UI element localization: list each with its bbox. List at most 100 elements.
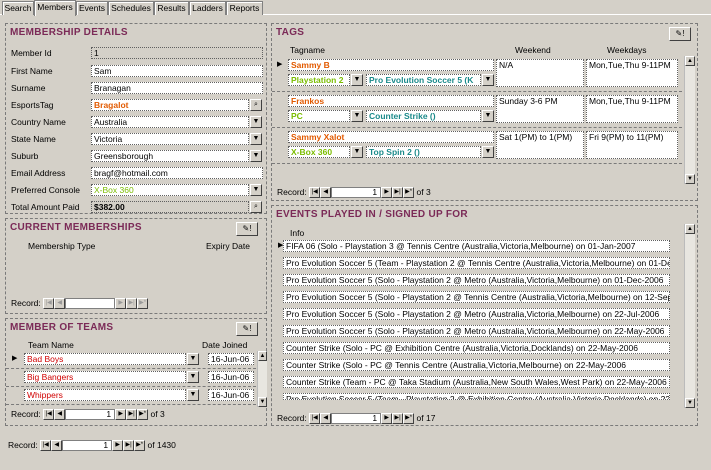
search-icon[interactable]: ⌕	[250, 201, 262, 213]
suburb-field[interactable]: Greensborough	[91, 150, 249, 162]
first-record-icon[interactable]: |◀	[43, 298, 55, 310]
game-cell[interactable]: Counter Strike ()	[366, 110, 481, 122]
prev-record-icon[interactable]: ◀	[51, 440, 63, 452]
date-joined-cell[interactable]: 16-Jun-06	[208, 389, 254, 401]
next-record-icon[interactable]: ▶	[381, 187, 393, 199]
chevron-down-icon[interactable]: ▼	[482, 110, 494, 122]
weekend-cell[interactable]: Sunday 3-6 PM	[496, 95, 584, 123]
last-record-icon[interactable]: ▶|	[126, 298, 138, 310]
event-row[interactable]: Pro Evolution Soccer 5 (Solo - Playstati…	[283, 325, 670, 337]
event-row[interactable]: Counter Strike (Solo - PC @ Exhibition C…	[283, 342, 670, 354]
team-name-cell[interactable]: Whippers	[24, 389, 186, 401]
tab-reports[interactable]: Reports	[226, 1, 263, 15]
scroll-up-icon[interactable]: ▲	[685, 56, 695, 66]
weekdays-cell[interactable]: Mon,Tue,Thu 9-11PM	[586, 59, 678, 87]
first-record-icon[interactable]: |◀	[40, 440, 52, 452]
last-record-icon[interactable]: ▶|	[392, 413, 404, 425]
last-record-icon[interactable]: ▶|	[392, 187, 404, 199]
event-row[interactable]: Counter Strike (Team - PC @ Taka Stadium…	[283, 376, 670, 388]
chevron-down-icon[interactable]: ▼	[482, 146, 494, 158]
edit-icon[interactable]: ✎!	[236, 322, 258, 336]
surname-field[interactable]: Branagan	[91, 82, 263, 94]
weekdays-cell[interactable]: Fri 9(PM) to 11(PM)	[586, 131, 678, 159]
table-row[interactable]: Sammy Xalot X-Box 360 ▼ Top Spin 2 () ▼ …	[272, 128, 682, 164]
console-cell[interactable]: X-Box 360	[288, 146, 350, 158]
date-joined-cell[interactable]: 16-Jun-06	[208, 371, 254, 383]
chevron-down-icon[interactable]: ▼	[482, 74, 494, 86]
tab-events[interactable]: Events	[76, 1, 108, 15]
new-record-icon[interactable]: ▶*	[137, 298, 149, 310]
game-cell[interactable]: Pro Evolution Soccer 5 (K	[366, 74, 481, 86]
event-row[interactable]: Pro Evolution Soccer 5 (Solo - Playstati…	[283, 291, 670, 303]
event-row[interactable]: Counter Strike (Solo - PC @ Tennis Centr…	[283, 359, 670, 371]
record-number-input[interactable]: 1	[65, 409, 116, 421]
first-record-icon[interactable]: |◀	[309, 413, 321, 425]
chevron-down-icon[interactable]: ▼	[351, 146, 363, 158]
chevron-down-icon[interactable]: ▼	[351, 74, 363, 86]
team-name-cell[interactable]: Big Bangers	[24, 371, 186, 383]
next-record-icon[interactable]: ▶	[115, 298, 127, 310]
last-record-icon[interactable]: ▶|	[123, 440, 135, 452]
console-cell[interactable]: Playstation 2	[288, 74, 350, 86]
event-row[interactable]: Pro Evolution Soccer 5 (Team - Playstati…	[283, 393, 670, 400]
last-record-icon[interactable]: ▶|	[126, 409, 138, 421]
game-cell[interactable]: Top Spin 2 ()	[366, 146, 481, 158]
record-number-input[interactable]: 1	[331, 413, 382, 425]
tagname-cell[interactable]: Sammy Xalot	[288, 131, 494, 143]
table-row[interactable]: ▶ Bad Boys ▼ 16-Jun-06	[6, 351, 256, 369]
tagname-cell[interactable]: Frankos	[288, 95, 494, 107]
record-number-input[interactable]: 1	[331, 187, 382, 199]
tagname-cell[interactable]: Sammy B	[288, 59, 494, 71]
state-field[interactable]: Victoria	[91, 133, 249, 145]
tab-results[interactable]: Results	[154, 1, 189, 15]
next-record-icon[interactable]: ▶	[115, 409, 127, 421]
new-record-icon[interactable]: ▶*	[403, 187, 415, 199]
chevron-down-icon[interactable]: ▼	[351, 110, 363, 122]
events-scrollbar[interactable]: ▲ ▼	[684, 224, 695, 408]
scroll-down-icon[interactable]: ▼	[258, 397, 267, 407]
table-row[interactable]: Whippers ▼ 16-Jun-06	[6, 387, 256, 405]
chevron-down-icon[interactable]: ▼	[250, 184, 262, 196]
edit-icon[interactable]: ✎!	[236, 222, 258, 236]
prev-record-icon[interactable]: ◀	[54, 409, 66, 421]
first-name-field[interactable]: Sam	[91, 65, 263, 77]
new-record-icon[interactable]: ▶*	[137, 409, 149, 421]
table-row[interactable]: Big Bangers ▼ 16-Jun-06	[6, 369, 256, 387]
team-name-cell[interactable]: Bad Boys	[24, 353, 186, 365]
record-number-input[interactable]	[65, 298, 116, 310]
tags-scrollbar[interactable]: ▲ ▼	[684, 56, 695, 184]
tab-schedules[interactable]: Schedules	[108, 1, 154, 15]
chevron-down-icon[interactable]: ▼	[187, 353, 199, 365]
next-record-icon[interactable]: ▶	[381, 413, 393, 425]
event-row[interactable]: Pro Evolution Soccer 5 (Solo - Playstati…	[283, 274, 670, 286]
chevron-down-icon[interactable]: ▼	[187, 371, 199, 383]
tab-search[interactable]: Search	[2, 1, 34, 15]
scroll-down-icon[interactable]: ▼	[685, 398, 695, 408]
table-row[interactable]: ▶ Sammy B Playstation 2 ▼ Pro Evolution …	[272, 56, 682, 92]
search-icon[interactable]: ⌕	[250, 99, 262, 111]
prev-record-icon[interactable]: ◀	[54, 298, 66, 310]
event-row[interactable]: Pro Evolution Soccer 5 (Solo - Playstati…	[283, 308, 670, 320]
record-number-input[interactable]: 1	[62, 440, 113, 452]
teams-scrollbar[interactable]: ▲ ▼	[257, 351, 267, 407]
new-record-icon[interactable]: ▶*	[134, 440, 146, 452]
weekdays-cell[interactable]: Mon,Tue,Thu 9-11PM	[586, 95, 678, 123]
esports-tag-field[interactable]: Bragalot	[91, 99, 249, 111]
prev-record-icon[interactable]: ◀	[320, 187, 332, 199]
new-record-icon[interactable]: ▶*	[403, 413, 415, 425]
country-field[interactable]: Australia	[91, 116, 249, 128]
weekend-cell[interactable]: N/A	[496, 59, 584, 87]
scroll-down-icon[interactable]: ▼	[685, 174, 695, 184]
chevron-down-icon[interactable]: ▼	[250, 150, 262, 162]
console-cell[interactable]: PC	[288, 110, 350, 122]
member-id-field[interactable]: 1	[91, 47, 263, 59]
total-paid-field[interactable]: $382.00	[91, 201, 249, 213]
chevron-down-icon[interactable]: ▼	[187, 389, 199, 401]
table-row[interactable]: Frankos PC ▼ Counter Strike () ▼ Sunday …	[272, 92, 682, 128]
weekend-cell[interactable]: Sat 1(PM) to 1(PM)	[496, 131, 584, 159]
tab-ladders[interactable]: Ladders	[189, 1, 226, 15]
email-field[interactable]: bragf@hotmail.com	[91, 167, 263, 179]
event-row[interactable]: FIFA 06 (Solo - Playstation 3 @ Tennis C…	[283, 240, 670, 252]
event-row[interactable]: Pro Evolution Soccer 5 (Team - Playstati…	[283, 257, 670, 269]
chevron-down-icon[interactable]: ▼	[250, 116, 262, 128]
